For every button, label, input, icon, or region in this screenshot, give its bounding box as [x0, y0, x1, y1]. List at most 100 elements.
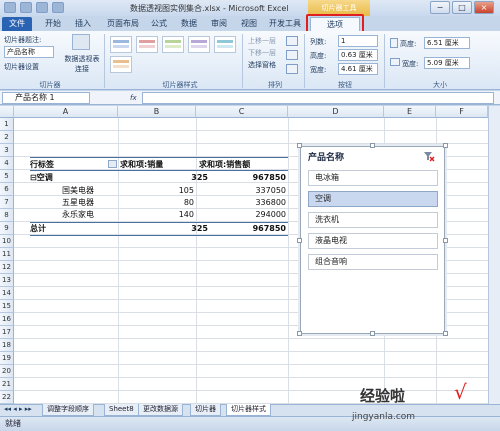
grid-line	[196, 118, 197, 404]
row-header[interactable]: 8	[0, 209, 14, 222]
tab-page-layout[interactable]: 页面布局	[104, 17, 142, 31]
height-icon	[390, 38, 398, 48]
slicer-width-label: 宽度:	[402, 60, 419, 68]
minimize-button[interactable]: −	[430, 1, 450, 14]
group-icon[interactable]	[286, 50, 298, 60]
tab-formulas[interactable]: 公式	[146, 17, 172, 31]
resize-handle[interactable]	[443, 238, 448, 243]
resize-handle[interactable]	[297, 143, 302, 148]
column-header[interactable]: F	[436, 106, 488, 118]
resize-handle[interactable]	[443, 331, 448, 336]
sheet-tab-active[interactable]: 切片器样式	[226, 404, 271, 416]
save-icon[interactable]	[20, 2, 32, 13]
row-header[interactable]: 18	[0, 339, 14, 352]
filter-dropdown-icon[interactable]	[108, 160, 117, 168]
slicer-style-5[interactable]	[214, 36, 236, 53]
resize-handle[interactable]	[297, 331, 302, 336]
sheet-nav-arrows[interactable]: ◂◂ ◂ ▸ ▸▸	[4, 405, 32, 413]
pivot-connections-icon[interactable]	[72, 34, 90, 50]
slicer-width-input[interactable]: 5.09 厘米	[424, 57, 470, 69]
align-icon[interactable]	[286, 36, 298, 46]
slicer-style-2[interactable]	[136, 36, 158, 53]
row-header[interactable]: 14	[0, 287, 14, 300]
group-separator	[242, 34, 243, 88]
slicer-caption-input[interactable]: 产品名称	[4, 46, 54, 58]
bring-forward-button[interactable]: 上移一层	[248, 36, 276, 46]
row-header[interactable]: 5	[0, 170, 14, 183]
close-button[interactable]: ×	[474, 1, 494, 14]
button-height-input[interactable]: 0.63 厘米	[338, 49, 378, 61]
tab-insert[interactable]: 插入	[70, 17, 96, 31]
clear-filter-icon[interactable]	[423, 150, 435, 162]
name-box[interactable]: 产品名称 1	[2, 92, 90, 104]
row-header[interactable]: 21	[0, 378, 14, 391]
tab-home[interactable]: 开始	[40, 17, 66, 31]
row-header[interactable]: 17	[0, 326, 14, 339]
pivot-qty-header: 求和项:销量	[120, 160, 164, 169]
slicer-item-lcd-tv[interactable]: 液晶电视	[308, 233, 438, 249]
slicer-style-4[interactable]	[188, 36, 210, 53]
slicer-style-6[interactable]	[110, 56, 132, 73]
tab-data[interactable]: 数据	[176, 17, 202, 31]
slicer-item-refrigerator[interactable]: 电冰箱	[308, 170, 438, 186]
undo-icon[interactable]	[36, 2, 48, 13]
row-header[interactable]: 13	[0, 274, 14, 287]
tab-review[interactable]: 审阅	[206, 17, 232, 31]
slicer-item-stereo[interactable]: 组合音响	[308, 254, 438, 270]
grid-line	[14, 390, 488, 391]
row-header[interactable]: 11	[0, 248, 14, 261]
column-header[interactable]: B	[118, 106, 196, 118]
row-header[interactable]: 7	[0, 196, 14, 209]
row-header[interactable]: 15	[0, 300, 14, 313]
slicer-item-air-conditioner[interactable]: 空调	[308, 191, 438, 207]
slicer-style-1[interactable]	[110, 36, 132, 53]
tab-developer[interactable]: 开发工具	[266, 17, 304, 31]
row-header[interactable]: 3	[0, 144, 14, 157]
tab-file[interactable]: 文件	[2, 17, 32, 31]
row-header[interactable]: 6	[0, 183, 14, 196]
resize-handle[interactable]	[443, 143, 448, 148]
resize-handle[interactable]	[370, 143, 375, 148]
redo-icon[interactable]	[52, 2, 64, 13]
formula-input[interactable]	[142, 92, 494, 104]
slicer-settings-button[interactable]: 切片器设置	[4, 62, 39, 72]
resize-handle[interactable]	[297, 238, 302, 243]
row-header[interactable]: 12	[0, 261, 14, 274]
row-header[interactable]: 10	[0, 235, 14, 248]
sheet-tab[interactable]: 调整字段顺序	[42, 404, 94, 416]
excel-app-icon[interactable]	[4, 2, 16, 13]
button-width-input[interactable]: 4.61 厘米	[338, 63, 378, 75]
row-header[interactable]: 19	[0, 352, 14, 365]
row-header[interactable]: 2	[0, 131, 14, 144]
sheet-tab[interactable]: 切片器	[190, 404, 221, 416]
column-header[interactable]: E	[384, 106, 436, 118]
column-header[interactable]: D	[288, 106, 384, 118]
selection-pane-button[interactable]: 选择窗格	[248, 60, 276, 70]
row-header[interactable]: 22	[0, 391, 14, 404]
send-backward-button[interactable]: 下移一层	[248, 48, 276, 58]
column-header[interactable]: A	[14, 106, 118, 118]
row-header[interactable]: 1	[0, 118, 14, 131]
group-separator	[304, 34, 305, 88]
rotate-icon[interactable]	[286, 64, 298, 74]
vertical-scrollbar[interactable]	[488, 106, 500, 404]
sheet-tab[interactable]: Sheet8	[104, 404, 139, 416]
maximize-button[interactable]: □	[452, 1, 472, 14]
resize-handle[interactable]	[370, 331, 375, 336]
column-header[interactable]: C	[196, 106, 288, 118]
select-all-corner[interactable]	[0, 106, 14, 118]
fx-icon[interactable]: fx	[130, 94, 137, 102]
columns-input[interactable]: 1	[338, 35, 378, 47]
columns-label: 列数:	[310, 38, 327, 46]
pivot-group-label[interactable]: ⊟空调	[30, 171, 53, 184]
slicer-height-input[interactable]: 6.51 厘米	[424, 37, 470, 49]
row-header[interactable]: 20	[0, 365, 14, 378]
row-header[interactable]: 9	[0, 222, 14, 235]
row-header[interactable]: 4	[0, 157, 14, 170]
row-header[interactable]: 16	[0, 313, 14, 326]
pivot-connections-button[interactable]: 数据透视表连接	[62, 54, 102, 74]
slicer-style-3[interactable]	[162, 36, 184, 53]
slicer-item-washing-machine[interactable]: 洗衣机	[308, 212, 438, 228]
tab-view[interactable]: 视图	[236, 17, 262, 31]
sheet-tab[interactable]: 更改数据源	[138, 404, 183, 416]
